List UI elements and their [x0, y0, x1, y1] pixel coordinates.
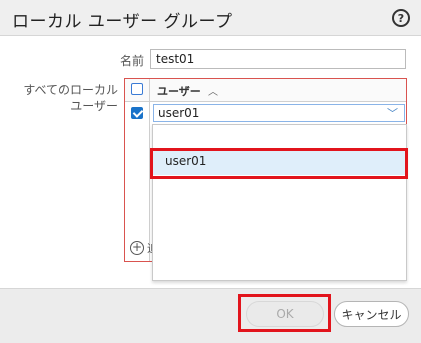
all-local-users-label-line2: ユーザー [70, 99, 118, 113]
name-field[interactable]: test01 [150, 49, 406, 69]
dialog-title-bar: ローカル ユーザー グループ ? [0, 0, 421, 36]
cancel-button[interactable]: キャンセル [334, 301, 409, 327]
sort-ascending-icon[interactable]: ︿ [208, 83, 218, 98]
chevron-down-icon[interactable]: ﹀ [387, 105, 398, 121]
help-icon[interactable]: ? [392, 9, 410, 27]
column-header-users[interactable]: ユーザー [157, 83, 201, 99]
table-row: user01 ﹀ [125, 102, 406, 124]
select-all-checkbox[interactable] [131, 83, 143, 95]
all-local-users-label-line1: すべてのローカル [23, 83, 118, 97]
dialog-title: ローカル ユーザー グループ [12, 12, 233, 32]
add-icon[interactable]: + [130, 241, 144, 255]
user-select-value: user01 [158, 106, 200, 120]
row-checkbox[interactable] [131, 107, 143, 119]
highlight-box-option [150, 148, 408, 179]
grid-header: ユーザー ︿ [125, 79, 406, 102]
name-label: 名前 [119, 54, 144, 68]
user-select[interactable]: user01 ﹀ [153, 104, 405, 122]
highlight-box-ok [238, 294, 331, 332]
